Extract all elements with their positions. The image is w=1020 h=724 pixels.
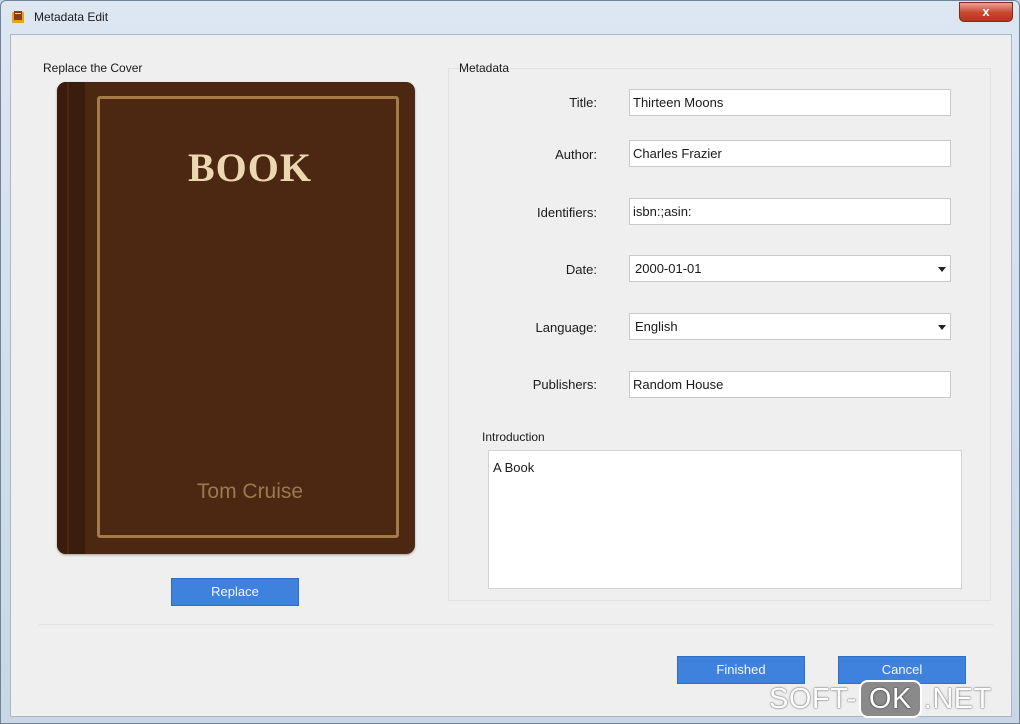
date-select[interactable]: 2000-01-01 — [629, 255, 951, 282]
author-label: Author: — [555, 147, 597, 162]
title-label: Title: — [569, 95, 597, 110]
watermark-ok: OK — [858, 680, 922, 718]
identifiers-label: Identifiers: — [537, 205, 597, 220]
title-bar[interactable]: Metadata Edit x — [1, 1, 1019, 33]
cover-section-label: Replace the Cover — [43, 61, 143, 75]
dialog-body: Replace the Cover BOOK Tom Cruise Replac… — [10, 34, 1012, 717]
author-field[interactable]: Charles Frazier — [629, 140, 951, 167]
dropdown-arrow-icon[interactable] — [938, 267, 946, 272]
date-value: 2000-01-01 — [635, 261, 702, 276]
close-button[interactable]: x — [959, 2, 1013, 22]
dropdown-arrow-icon[interactable] — [938, 325, 946, 330]
language-value: English — [635, 319, 678, 334]
replace-button[interactable]: Replace — [171, 578, 299, 606]
book-cover-image: BOOK Tom Cruise — [57, 82, 415, 554]
cover-spine-band — [69, 82, 85, 554]
divider — [39, 624, 993, 625]
watermark-left: SOFT- — [769, 683, 857, 715]
close-icon: x — [982, 4, 990, 19]
title-field[interactable]: Thirteen Moons — [629, 89, 951, 116]
watermark-logo: SOFT- OK .NET — [769, 680, 992, 720]
metadata-section-label: Metadata — [459, 61, 510, 75]
watermark-right: .NET — [923, 683, 992, 715]
window-title: Metadata Edit — [34, 10, 109, 24]
book-app-icon — [12, 11, 24, 23]
introduction-textarea[interactable]: A Book — [488, 450, 962, 589]
cover-author: Tom Cruise — [196, 480, 304, 503]
publishers-field[interactable]: Random House — [629, 371, 951, 398]
language-select[interactable]: English — [629, 313, 951, 340]
date-label: Date: — [565, 262, 597, 277]
introduction-label: Introduction — [482, 430, 545, 444]
publishers-label: Publishers: — [532, 377, 597, 392]
language-label: Language: — [535, 320, 597, 335]
cover-title: BOOK — [187, 145, 313, 190]
metadata-edit-window: Metadata Edit x Replace the Cover BOOK T… — [0, 0, 1020, 724]
cover-spine — [57, 82, 67, 554]
identifiers-field[interactable]: isbn:;asin: — [629, 198, 951, 225]
